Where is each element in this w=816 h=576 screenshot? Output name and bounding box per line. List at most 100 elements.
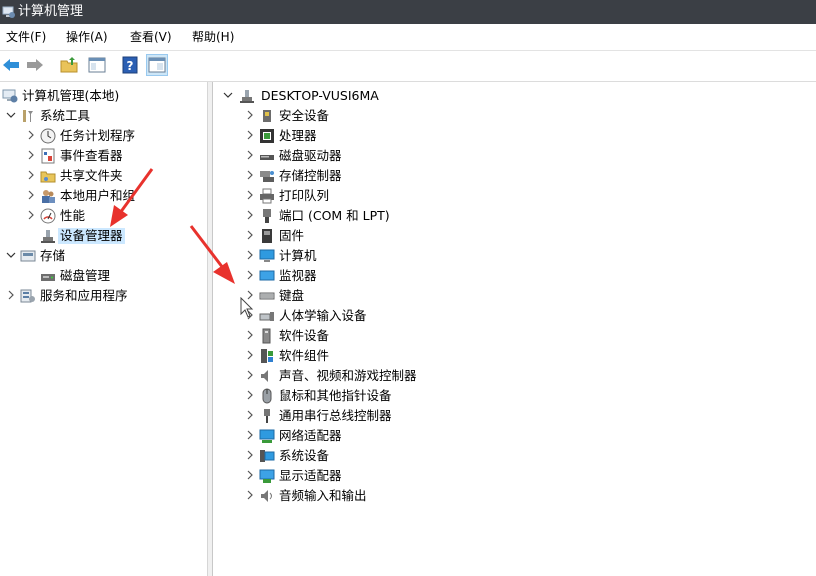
tree-item-event-viewer[interactable]: 事件查看器 [26, 146, 202, 166]
tree-item-system-tools[interactable]: 系统工具 [6, 106, 202, 126]
device-category-software-components[interactable]: 软件组件 [245, 346, 545, 366]
processor-icon [260, 129, 274, 143]
device-category-label: 通用串行总线控制器 [279, 408, 392, 423]
chevron-right-icon[interactable] [245, 328, 255, 342]
mouse-cursor-icon [240, 297, 254, 318]
tree-item-task-scheduler[interactable]: 任务计划程序 [26, 126, 202, 146]
chevron-down-icon[interactable] [6, 248, 16, 262]
device-manager-icon [41, 230, 55, 243]
chevron-right-icon[interactable] [245, 408, 255, 422]
chevron-right-icon[interactable] [245, 368, 255, 382]
network-adapter-icon [259, 429, 275, 443]
menu-file[interactable]: 文件(F) [6, 29, 46, 45]
software-component-icon [261, 349, 273, 363]
computer-icon [259, 249, 275, 262]
device-category-label: 软件设备 [279, 328, 330, 343]
device-category-usb-controllers[interactable]: 通用串行总线控制器 [245, 406, 545, 426]
chevron-right-icon[interactable] [245, 428, 255, 442]
chevron-right-icon[interactable] [245, 268, 255, 282]
device-category-security[interactable]: 安全设备 [245, 106, 545, 126]
chevron-right-icon[interactable] [26, 148, 36, 162]
device-category-hid[interactable]: 人体学输入设备 [245, 306, 545, 326]
firmware-icon [262, 229, 272, 243]
device-category-print-queues[interactable]: 打印队列 [245, 186, 545, 206]
navigation-tree[interactable]: 计算机管理(本地) 系统工具 任务计划程序 事件查看器 共享文件夹 本地用户和组… [0, 82, 207, 576]
title-bar[interactable]: 计算机管理 [0, 0, 816, 24]
chevron-right-icon[interactable] [245, 148, 255, 162]
device-category-monitors[interactable]: 监视器 [245, 266, 545, 286]
keyboard-icon [259, 292, 275, 300]
device-category-mice[interactable]: 鼠标和其他指针设备 [245, 386, 545, 406]
mouse-icon [262, 388, 272, 404]
device-category-disk-drives[interactable]: 磁盘驱动器 [245, 146, 545, 166]
tree-root-computer-management[interactable]: 计算机管理(本地) [2, 86, 202, 106]
chevron-right-icon[interactable] [245, 488, 255, 502]
chevron-right-icon[interactable] [26, 168, 36, 182]
device-category-label: 存储控制器 [279, 168, 342, 183]
shared-folder-icon [40, 171, 56, 183]
device-category-label: 端口 (COM 和 LPT) [279, 208, 390, 223]
chevron-right-icon[interactable] [26, 188, 36, 202]
device-category-audio-io[interactable]: 音频输入和输出 [245, 486, 545, 506]
chevron-right-icon[interactable] [245, 248, 255, 262]
storage-controller-icon [260, 171, 274, 182]
tree-item-disk-management[interactable]: 磁盘管理 [26, 266, 202, 286]
forward-button[interactable] [24, 54, 46, 76]
chevron-right-icon[interactable] [245, 348, 255, 362]
menu-view[interactable]: 查看(V) [130, 29, 172, 45]
chevron-right-icon[interactable] [245, 108, 255, 122]
show-hide-pane-button[interactable] [146, 54, 168, 76]
up-folder-button[interactable] [58, 54, 80, 76]
chevron-right-icon[interactable] [26, 208, 36, 222]
device-category-computer[interactable]: 计算机 [245, 246, 545, 266]
chevron-right-icon[interactable] [245, 168, 255, 182]
tree-label: 计算机管理(本地) [22, 88, 120, 103]
properties-button[interactable] [86, 54, 108, 76]
chevron-right-icon[interactable] [245, 188, 255, 202]
speaker-icon [261, 370, 268, 382]
tree-item-storage[interactable]: 存储 [6, 246, 202, 266]
chevron-right-icon[interactable] [26, 128, 36, 142]
chevron-right-icon[interactable] [245, 388, 255, 402]
display-adapter-icon [259, 469, 275, 483]
port-icon [263, 209, 271, 223]
annotation-arrow-icon [110, 168, 154, 227]
device-category-software-devices[interactable]: 软件设备 [245, 326, 545, 346]
help-button[interactable]: ? [119, 54, 141, 76]
help-icon: ? [122, 56, 138, 74]
up-folder-icon [60, 57, 78, 73]
device-category-sound-video-game[interactable]: 声音、视频和游戏控制器 [245, 366, 545, 386]
device-category-label: 网络适配器 [279, 428, 342, 443]
menu-action[interactable]: 操作(A) [66, 29, 108, 45]
tree-item-services-applications[interactable]: 服务和应用程序 [6, 286, 202, 306]
chevron-right-icon[interactable] [245, 128, 255, 142]
device-category-label: 人体学输入设备 [279, 308, 367, 323]
device-category-label: 音频输入和输出 [279, 488, 367, 503]
disk-management-icon [41, 274, 55, 281]
back-button[interactable] [0, 54, 22, 76]
device-category-processor[interactable]: 处理器 [245, 126, 545, 146]
chevron-right-icon[interactable] [6, 288, 16, 302]
tools-icon [23, 110, 33, 122]
device-category-network-adapters[interactable]: 网络适配器 [245, 426, 545, 446]
chevron-down-icon[interactable] [6, 108, 16, 122]
device-category-ports[interactable]: 端口 (COM 和 LPT) [245, 206, 545, 226]
toolbar: ? [0, 51, 816, 82]
chevron-right-icon[interactable] [245, 448, 255, 462]
device-category-firmware[interactable]: 固件 [245, 226, 545, 246]
clock-icon [40, 128, 56, 144]
device-category-label: 监视器 [279, 268, 317, 283]
device-category-label: 安全设备 [279, 108, 330, 123]
device-tree[interactable]: DESKTOP-VUSI6MA 安全设备 处理器 磁盘驱动器 存储控制器 打印队… [213, 82, 816, 576]
chevron-right-icon[interactable] [245, 228, 255, 242]
monitor-icon [259, 270, 275, 281]
device-category-display-adapters[interactable]: 显示适配器 [245, 466, 545, 486]
chevron-right-icon[interactable] [245, 468, 255, 482]
device-category-keyboards[interactable]: 键盘 [245, 286, 545, 306]
device-root[interactable]: DESKTOP-VUSI6MA [223, 86, 523, 106]
device-category-storage-controllers[interactable]: 存储控制器 [245, 166, 545, 186]
chevron-down-icon[interactable] [223, 88, 233, 102]
device-category-system-devices[interactable]: 系统设备 [245, 446, 545, 466]
chevron-right-icon[interactable] [245, 208, 255, 222]
menu-help[interactable]: 帮助(H) [192, 29, 234, 45]
